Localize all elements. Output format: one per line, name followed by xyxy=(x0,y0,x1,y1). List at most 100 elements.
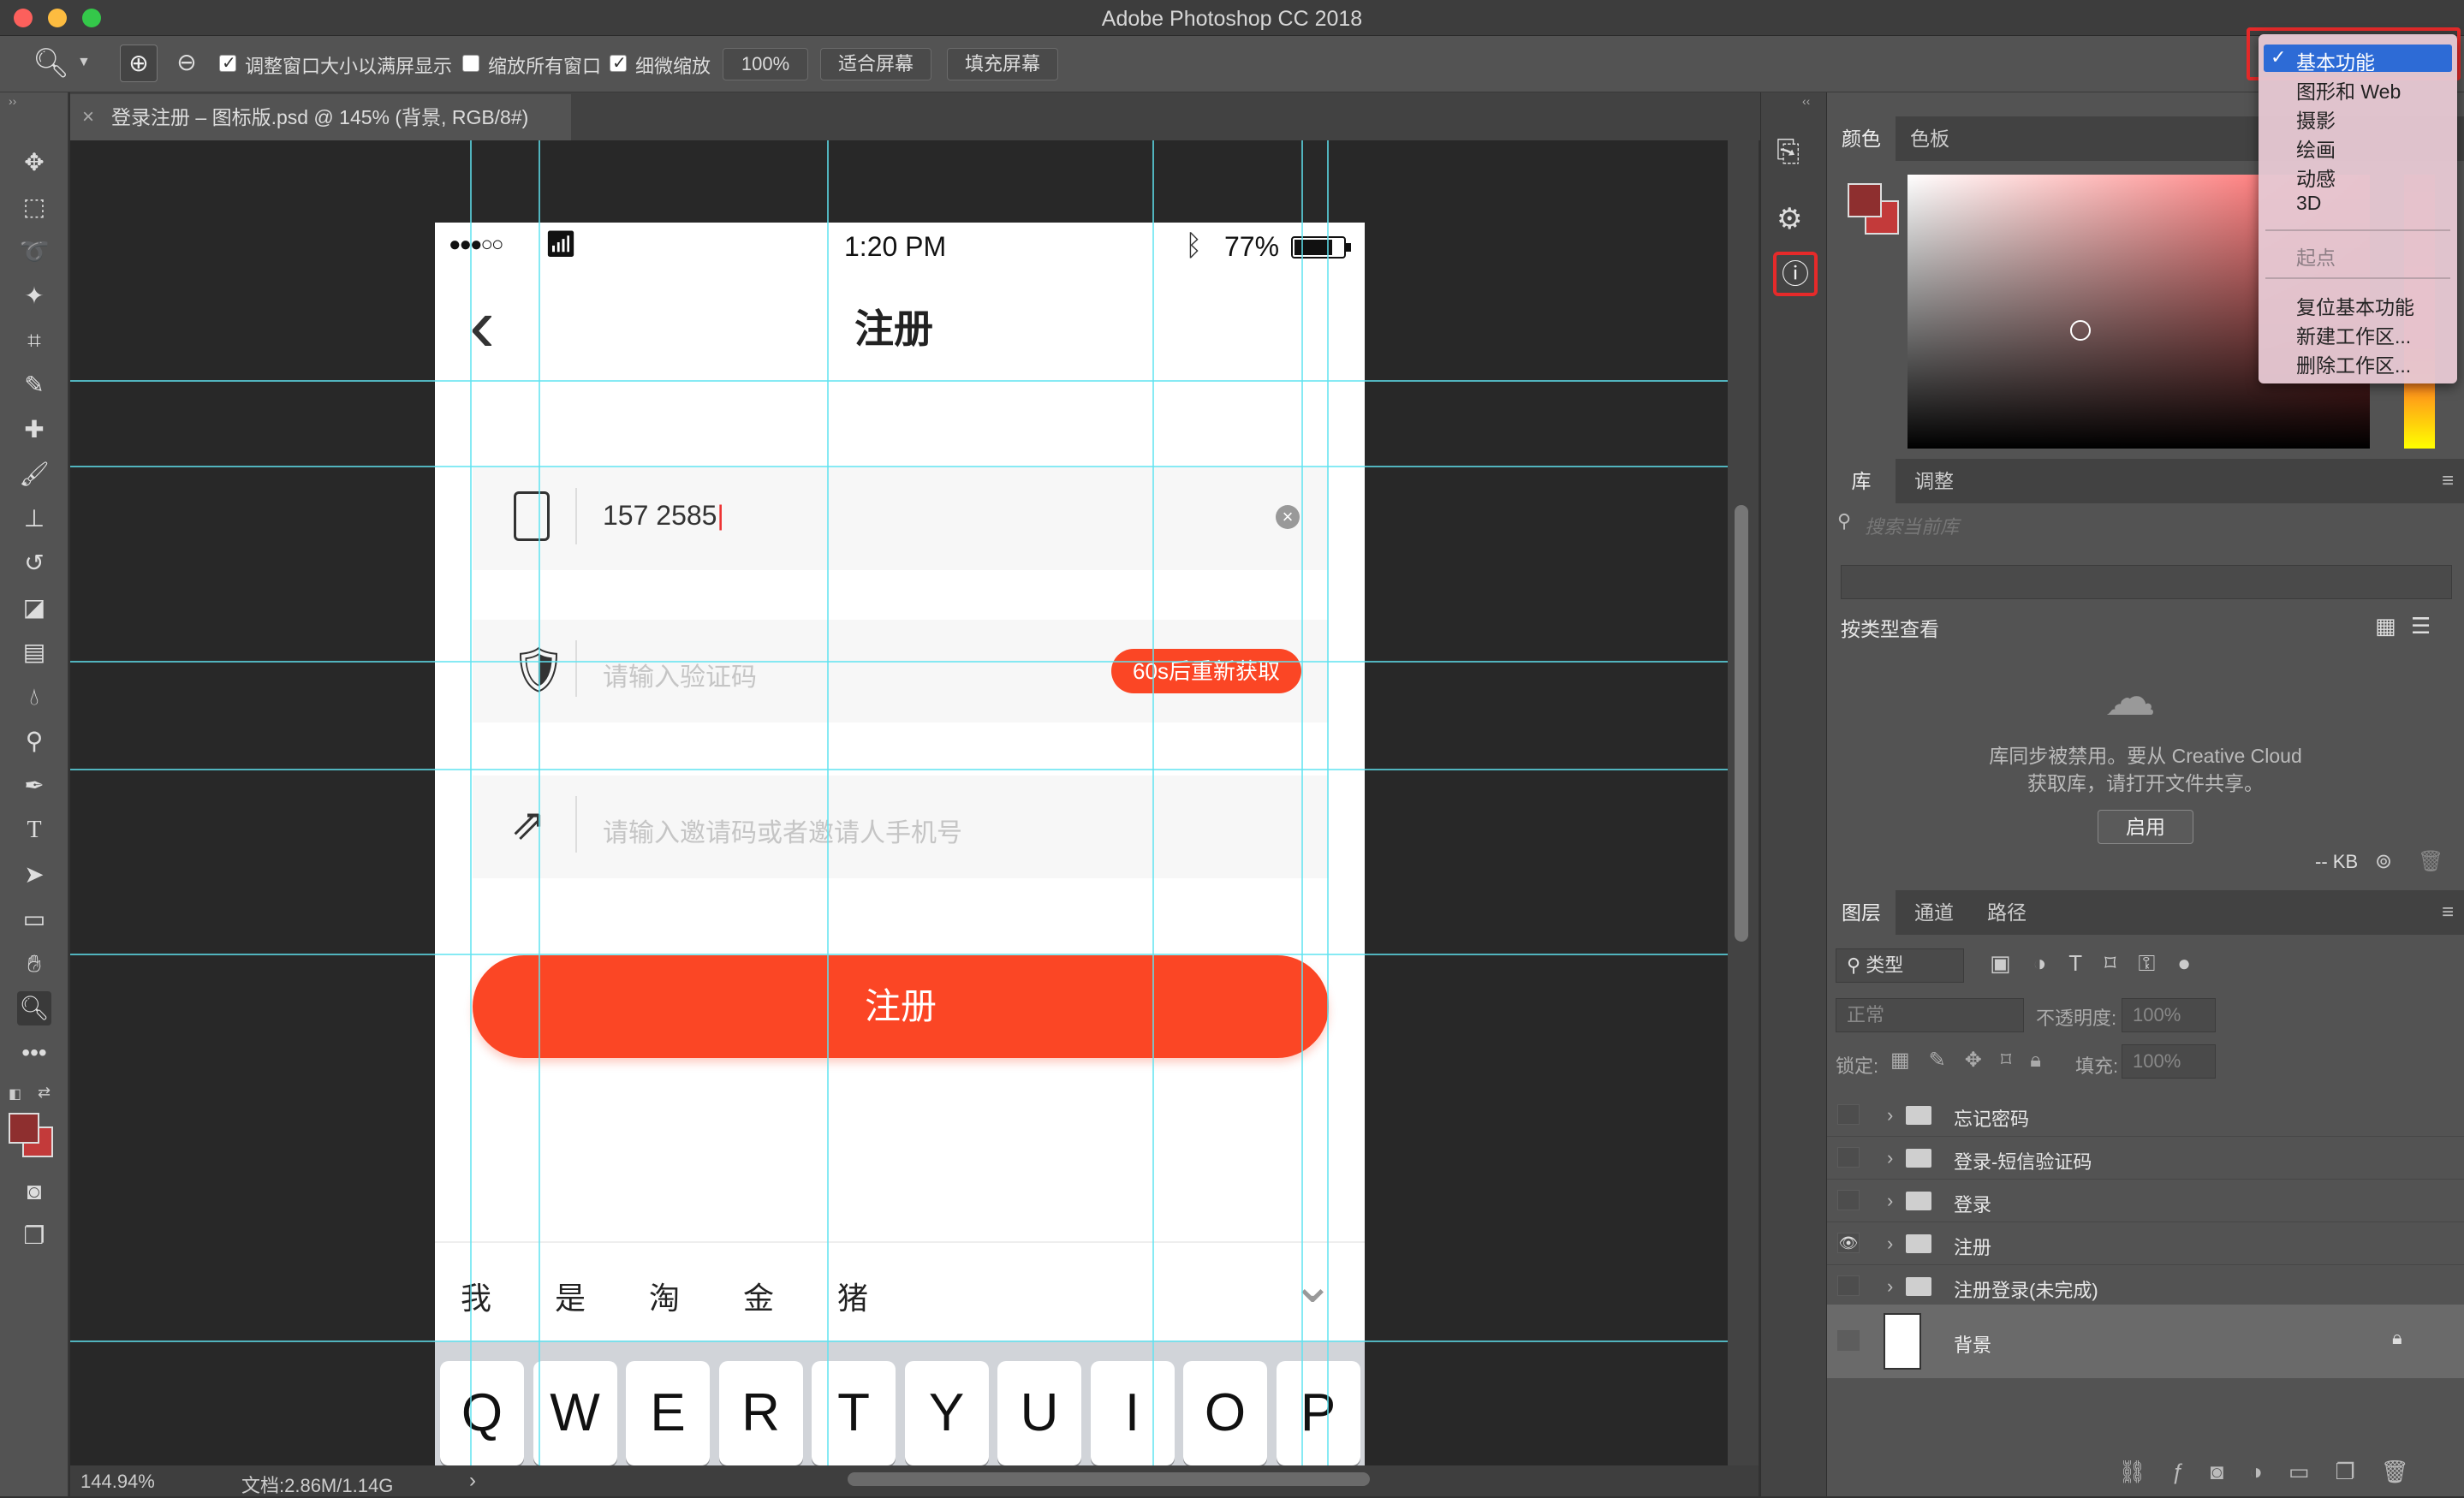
back-arrow-icon[interactable]: ‹ xyxy=(469,287,495,364)
vertical-scroll-thumb[interactable] xyxy=(1735,505,1748,942)
clear-input-icon[interactable]: × xyxy=(1276,505,1300,529)
library-select[interactable] xyxy=(1841,565,2452,599)
type-tool-icon[interactable]: T xyxy=(17,813,51,847)
fill-field[interactable]: 100% xyxy=(2122,1044,2216,1079)
zoom-tool-icon[interactable]: 🔍︎ xyxy=(17,991,51,1025)
zoom-tool-preset-icon[interactable]: 🔍︎ xyxy=(33,46,69,80)
key-p[interactable]: P xyxy=(1276,1361,1360,1465)
lasso-tool-icon[interactable]: ➰ xyxy=(17,235,51,269)
expand-panel-icon[interactable]: ›› xyxy=(9,94,16,108)
swap-colors-icon[interactable]: ⇄ xyxy=(38,1084,51,1102)
menu-item-workspace[interactable]: 图形和 Web xyxy=(2296,75,2401,104)
key-u[interactable]: U xyxy=(997,1361,1081,1465)
menu-item-action[interactable]: 新建工作区... xyxy=(2296,320,2411,349)
color-picker-cursor[interactable] xyxy=(2070,320,2091,341)
crop-tool-icon[interactable]: ⌗ xyxy=(17,324,51,358)
gradient-tool-icon[interactable]: ▤ xyxy=(17,635,51,669)
screen-mode-icon[interactable]: ❐ xyxy=(17,1219,51,1253)
pen-tool-icon[interactable]: ✒ xyxy=(17,769,51,803)
layer-filter-select[interactable]: ⚲ 类型 xyxy=(1836,948,1964,983)
key-r[interactable]: R xyxy=(718,1361,803,1465)
enable-sync-button[interactable]: 启用 xyxy=(2098,810,2193,844)
expand-arrow-icon[interactable]: › xyxy=(1887,1190,1893,1212)
layer-row[interactable]: › 登录-短信验证码 xyxy=(1827,1137,2464,1180)
menu-item-workspace[interactable]: 摄影 xyxy=(2296,104,2336,134)
path-selection-tool-icon[interactable]: ➤ xyxy=(17,858,51,892)
expand-arrow-icon[interactable]: › xyxy=(1887,1104,1893,1126)
history-brush-tool-icon[interactable]: ↺ xyxy=(17,546,51,580)
tab-color[interactable]: 颜色 xyxy=(1827,116,1896,161)
layer-action-icons[interactable]: ⛓ƒ◙◑▭❐🗑︎ xyxy=(2118,1459,2435,1485)
eraser-tool-icon[interactable]: ◪ xyxy=(17,591,51,625)
close-tab-icon[interactable]: × xyxy=(82,94,94,140)
dodge-tool-icon[interactable]: ⚲ xyxy=(17,724,51,758)
expand-arrow-icon[interactable]: › xyxy=(1887,1275,1893,1298)
key-o[interactable]: O xyxy=(1183,1361,1267,1465)
collapse-dock-icon[interactable]: ‹‹ xyxy=(1802,94,1810,108)
visibility-toggle[interactable] xyxy=(1837,1330,1860,1351)
resend-code-button[interactable]: 60s后重新获取 xyxy=(1111,649,1301,693)
magic-wand-tool-icon[interactable]: ✦ xyxy=(17,279,51,313)
tab-libraries[interactable]: 库 xyxy=(1827,459,1896,503)
cc-icon[interactable]: ⊚ xyxy=(2375,849,2392,874)
status-menu-arrow[interactable]: › xyxy=(469,1469,476,1493)
more-tools-icon[interactable]: ••• xyxy=(17,1036,51,1070)
layers-menu-icon[interactable]: ≡ xyxy=(2442,901,2454,924)
tab-layers[interactable]: 图层 xyxy=(1827,890,1896,935)
menu-item-workspace[interactable]: 绘画 xyxy=(2296,134,2336,163)
tab-paths[interactable]: 路径 xyxy=(1973,890,2041,935)
key-t[interactable]: T xyxy=(812,1361,896,1465)
invite-input-row[interactable]: ⇗ 请输入邀请码或者邀请人手机号 xyxy=(473,776,1329,878)
rectangle-tool-icon[interactable]: ▭ xyxy=(17,902,51,936)
hand-tool-icon[interactable]: ✋︎ xyxy=(17,947,51,981)
horizontal-scroll-thumb[interactable] xyxy=(848,1472,1370,1486)
key-i[interactable]: I xyxy=(1090,1361,1175,1465)
history-panel-icon[interactable]: ⎘ xyxy=(1777,135,1800,169)
layer-row[interactable]: 👁︎ › 注册 xyxy=(1827,1222,2464,1265)
candidate-5[interactable]: 猪 xyxy=(837,1274,868,1318)
menu-item-workspace[interactable]: 3D xyxy=(2296,192,2321,215)
zoom-level[interactable]: 144.94% xyxy=(80,1471,155,1493)
eyedropper-tool-icon[interactable]: ✎ xyxy=(17,368,51,402)
visibility-toggle[interactable] xyxy=(1837,1275,1860,1296)
visibility-toggle[interactable] xyxy=(1837,1190,1860,1210)
visibility-toggle[interactable] xyxy=(1837,1104,1860,1125)
menu-item-workspace[interactable]: 基本功能 xyxy=(2296,46,2375,75)
tab-channels[interactable]: 通道 xyxy=(1896,890,1973,935)
key-y[interactable]: Y xyxy=(904,1361,989,1465)
opacity-field[interactable]: 100% xyxy=(2122,998,2216,1032)
properties-panel-icon[interactable]: ⚙︎ xyxy=(1777,202,1802,236)
brush-tool-icon[interactable]: 🖌︎ xyxy=(17,457,51,491)
key-w[interactable]: W xyxy=(533,1361,617,1465)
invite-input-placeholder[interactable]: 请输入邀请码或者邀请人手机号 xyxy=(603,811,962,849)
layer-row[interactable]: › 登录 xyxy=(1827,1180,2464,1222)
marquee-tool-icon[interactable]: ⬚ xyxy=(17,190,51,224)
trash-icon[interactable]: 🗑︎ xyxy=(2418,849,2443,874)
zoom-value-field[interactable]: 100% xyxy=(723,48,808,80)
key-q[interactable]: Q xyxy=(440,1361,524,1465)
menu-item-workspace[interactable]: 动感 xyxy=(2296,163,2336,192)
layer-row[interactable]: › 忘记密码 xyxy=(1827,1094,2464,1137)
menu-item-action[interactable]: 复位基本功能 xyxy=(2296,291,2414,320)
visibility-toggle[interactable] xyxy=(1837,1147,1860,1168)
candidate-2[interactable]: 是 xyxy=(555,1274,586,1318)
menu-item-action[interactable]: 删除工作区... xyxy=(2296,349,2411,378)
layer-row-background[interactable]: 背景 🔒︎ xyxy=(1827,1305,2464,1378)
layer-row[interactable]: › 注册登录(未完成) xyxy=(1827,1265,2464,1308)
expand-arrow-icon[interactable]: › xyxy=(1887,1233,1893,1255)
healing-brush-tool-icon[interactable]: ✚ xyxy=(17,413,51,447)
candidate-3[interactable]: 淘 xyxy=(649,1274,680,1318)
lock-icons[interactable]: ▦✎✥⌑🔒︎ xyxy=(1890,1048,2060,1073)
panel-menu-icon[interactable]: ≡ xyxy=(2442,469,2454,493)
default-colors-icon[interactable]: ◧ xyxy=(9,1085,21,1103)
grid-view-icon[interactable]: ▦ xyxy=(2375,613,2396,639)
move-tool-icon[interactable]: ✥ xyxy=(17,146,51,180)
phone-input-row[interactable]: 157 2585| × xyxy=(473,467,1329,570)
view-by-type-select[interactable]: 按类型查看 xyxy=(1841,613,1939,642)
tab-adjustments[interactable]: 调整 xyxy=(1896,459,1973,503)
blur-tool-icon[interactable]: 💧︎ xyxy=(17,680,51,714)
library-search-input[interactable]: 搜索当前库 xyxy=(1865,512,1959,539)
scrubby-zoom-checkbox[interactable] xyxy=(610,52,627,74)
layer-filter-icons[interactable]: ▣◑T⌑⚿● xyxy=(1990,950,2213,978)
candidate-1[interactable]: 我 xyxy=(461,1274,491,1318)
